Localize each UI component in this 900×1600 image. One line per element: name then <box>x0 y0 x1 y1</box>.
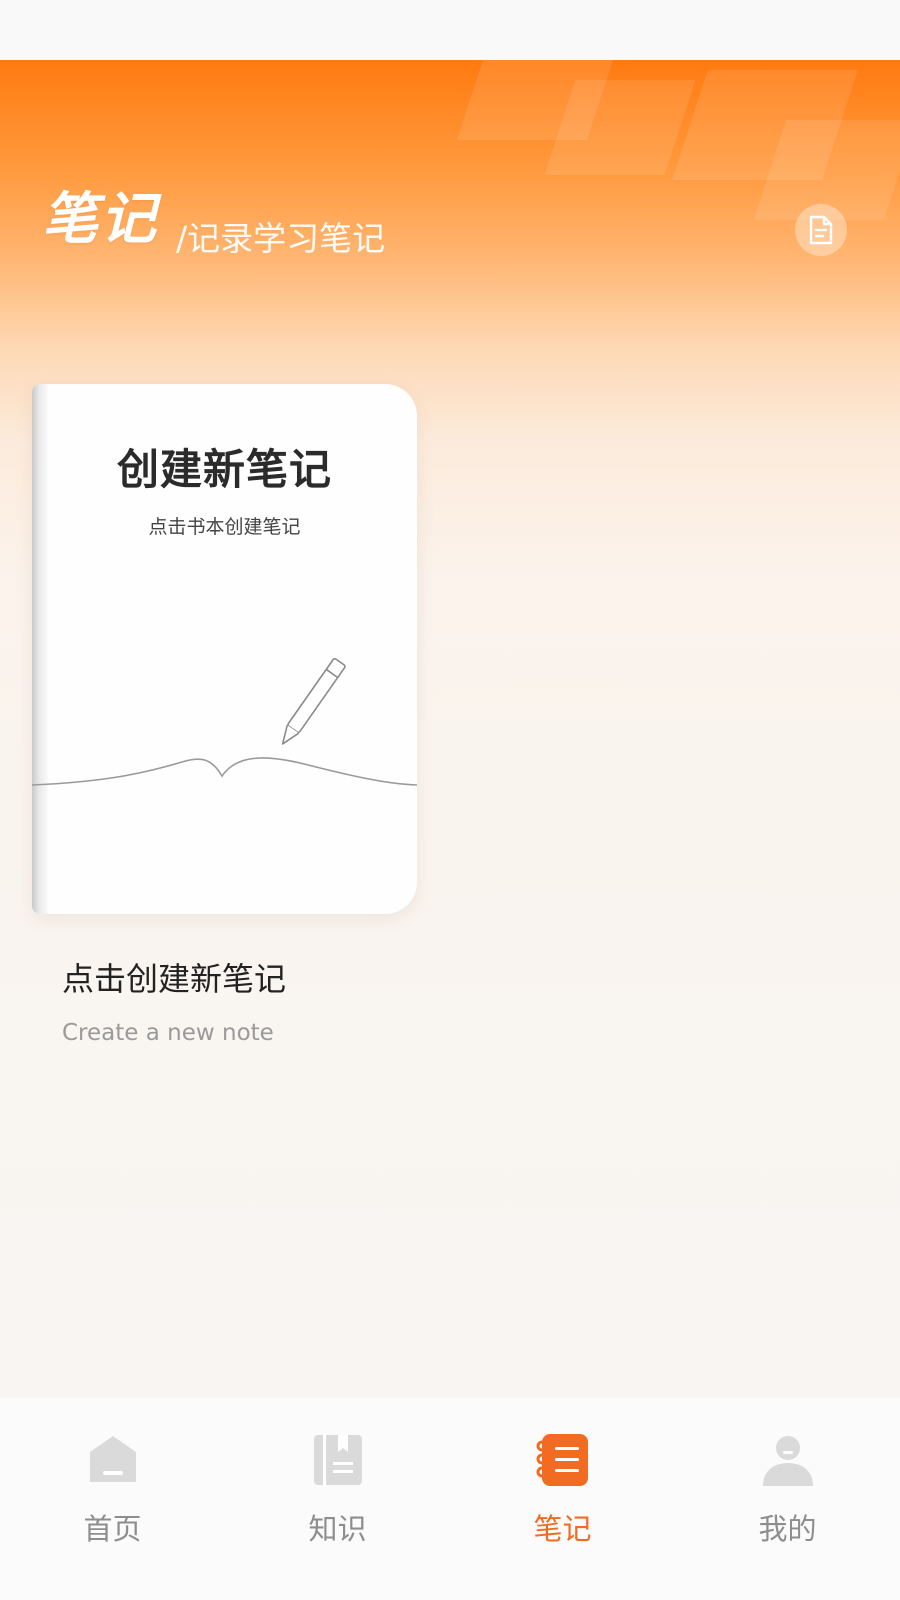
tab-label: 我的 <box>758 1512 817 1546</box>
page-subtitle: /记录学习笔记 <box>176 219 386 258</box>
page-title: 笔记 <box>42 187 158 252</box>
bottom-tab-bar: 首页 知识 笔记 我的 <box>0 1398 900 1600</box>
tab-knowledge[interactable]: 知识 <box>225 1398 450 1600</box>
notebook-hint: 点击书本创建笔记 <box>148 516 301 538</box>
create-note-title[interactable]: 点击创建新笔记 <box>62 963 286 995</box>
status-bar <box>0 0 900 60</box>
notebook-title: 创建新笔记 <box>116 445 332 494</box>
tab-label: 首页 <box>83 1512 142 1546</box>
user-icon <box>763 1436 813 1486</box>
tab-label: 知识 <box>308 1512 367 1546</box>
home-icon <box>90 1436 136 1482</box>
note-document-icon <box>809 215 833 245</box>
create-note-notebook[interactable]: 创建新笔记 点击书本创建笔记 <box>32 384 417 914</box>
tab-notes[interactable]: 笔记 <box>450 1398 675 1600</box>
tab-profile[interactable]: 我的 <box>675 1398 900 1600</box>
tab-label: 笔记 <box>533 1512 592 1546</box>
pencil-writing-icon <box>32 657 417 786</box>
book-icon <box>314 1435 362 1485</box>
notebook-icon <box>536 1434 588 1486</box>
tab-home[interactable]: 首页 <box>0 1398 225 1600</box>
note-list-button[interactable] <box>795 204 847 256</box>
create-note-subtitle: Create a new note <box>62 1020 274 1046</box>
